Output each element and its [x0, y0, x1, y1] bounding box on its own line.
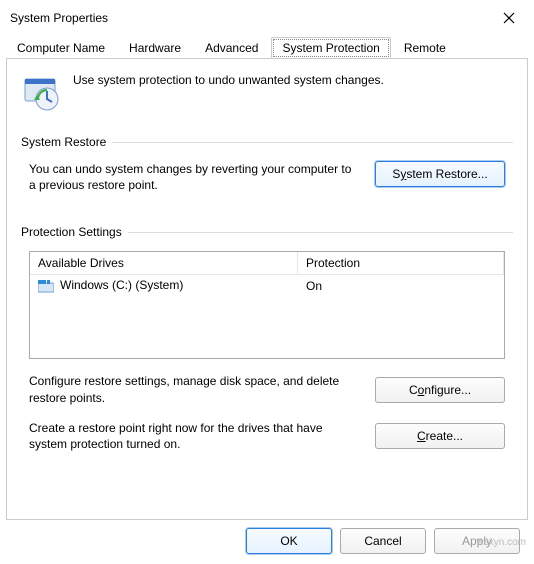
- tab-hardware[interactable]: Hardware: [118, 37, 192, 59]
- divider: [128, 232, 513, 233]
- configure-description: Configure restore settings, manage disk …: [29, 373, 355, 405]
- create-description: Create a restore point right now for the…: [29, 420, 355, 452]
- protection-settings-group-label: Protection Settings: [21, 225, 122, 239]
- system-restore-group-label: System Restore: [21, 135, 106, 149]
- column-header-drives[interactable]: Available Drives: [30, 252, 298, 274]
- divider: [112, 142, 513, 143]
- close-icon: [503, 12, 515, 24]
- drive-protection-status: On: [298, 276, 504, 296]
- apply-button[interactable]: Apply: [434, 528, 520, 554]
- tab-computer-name[interactable]: Computer Name: [6, 37, 116, 59]
- dialog-button-row: OK Cancel Apply: [0, 520, 534, 564]
- tab-strip: Computer Name Hardware Advanced System P…: [0, 34, 534, 58]
- drive-icon: [38, 280, 54, 293]
- system-restore-button[interactable]: System Restore...: [375, 161, 505, 187]
- system-restore-description: You can undo system changes by reverting…: [29, 161, 355, 193]
- create-button[interactable]: Create...: [375, 423, 505, 449]
- tab-panel-system-protection: Use system protection to undo unwanted s…: [6, 58, 528, 520]
- drives-list[interactable]: Available Drives Protection Windows (C:)…: [29, 251, 505, 359]
- header-text: Use system protection to undo unwanted s…: [73, 73, 384, 87]
- cancel-button[interactable]: Cancel: [340, 528, 426, 554]
- title-bar: System Properties: [0, 0, 534, 34]
- table-row[interactable]: Windows (C:) (System) On: [30, 275, 504, 295]
- close-button[interactable]: [494, 6, 524, 30]
- tab-advanced[interactable]: Advanced: [194, 37, 269, 59]
- ok-button[interactable]: OK: [246, 528, 332, 554]
- drives-list-header: Available Drives Protection: [30, 252, 504, 275]
- window-title: System Properties: [10, 11, 108, 25]
- system-protection-icon: [21, 73, 61, 113]
- configure-button[interactable]: Configure...: [375, 377, 505, 403]
- tab-remote[interactable]: Remote: [393, 37, 457, 59]
- tab-system-protection[interactable]: System Protection: [271, 37, 390, 59]
- column-header-protection[interactable]: Protection: [298, 252, 504, 274]
- drive-name: Windows (C:) (System): [60, 278, 183, 292]
